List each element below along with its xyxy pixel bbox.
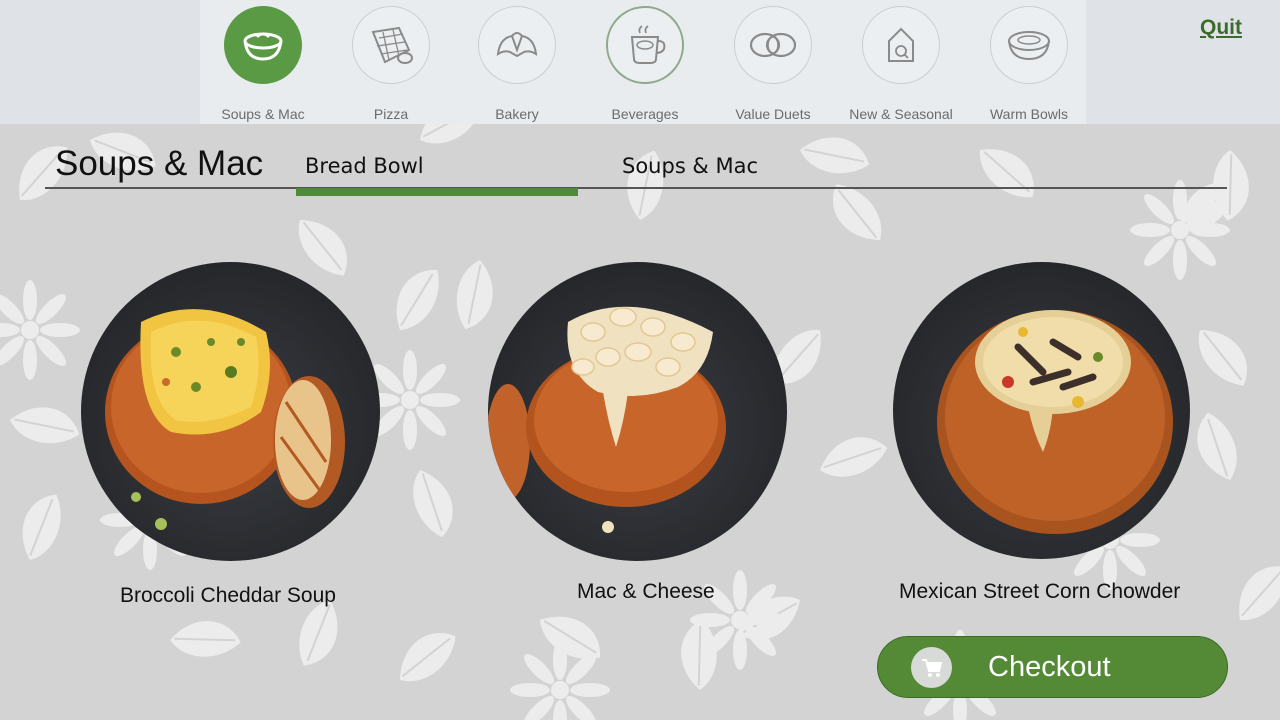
category-label: Pizza bbox=[373, 106, 409, 122]
category-bakery[interactable]: Bakery bbox=[457, 4, 577, 122]
product-name: Mac & Cheese bbox=[577, 580, 715, 603]
category-warm-bowls[interactable]: Warm Bowls bbox=[969, 4, 1089, 122]
category-label: Warm Bowls bbox=[989, 106, 1069, 122]
checkout-label: Checkout bbox=[988, 651, 1111, 683]
duet-rings-icon bbox=[734, 6, 812, 84]
category-strip: Soups & Mac Pizza Bakery Beverages Value… bbox=[200, 0, 1086, 124]
cart-icon bbox=[911, 647, 952, 688]
product-card-broccoli-cheddar[interactable]: Broccoli Cheddar Soup bbox=[80, 262, 380, 612]
category-soups-mac[interactable]: Soups & Mac bbox=[203, 4, 323, 122]
category-new-seasonal[interactable]: New & Seasonal bbox=[841, 4, 961, 122]
checkout-button[interactable]: Checkout bbox=[877, 636, 1228, 698]
product-image-corn-chowder bbox=[893, 262, 1190, 559]
category-bar: Soups & Mac Pizza Bakery Beverages Value… bbox=[0, 0, 1280, 124]
product-card-mac-cheese[interactable]: Mac & Cheese bbox=[488, 262, 788, 612]
product-name: Mexican Street Corn Chowder bbox=[899, 580, 1181, 603]
category-pizza[interactable]: Pizza bbox=[331, 4, 451, 122]
page-title: Soups & Mac bbox=[55, 144, 264, 183]
category-label: New & Seasonal bbox=[849, 106, 953, 122]
product-card-corn-chowder[interactable]: Mexican Street Corn Chowder bbox=[893, 262, 1203, 612]
tab-divider bbox=[45, 187, 1227, 189]
warm-bowl-icon bbox=[990, 6, 1068, 84]
coffee-cup-icon bbox=[606, 6, 684, 84]
pizza-icon bbox=[352, 6, 430, 84]
category-label: Beverages bbox=[611, 106, 679, 122]
category-label: Soups & Mac bbox=[221, 106, 305, 122]
active-tab-indicator bbox=[296, 188, 578, 196]
product-image-broccoli-cheddar bbox=[81, 262, 380, 561]
soup-bowl-icon bbox=[224, 6, 302, 84]
tab-bread-bowl[interactable]: Bread Bowl bbox=[305, 154, 424, 178]
quit-link[interactable]: Quit bbox=[1200, 16, 1242, 40]
category-label: Value Duets bbox=[735, 106, 811, 122]
croissant-icon bbox=[478, 6, 556, 84]
category-value-duets[interactable]: Value Duets bbox=[713, 4, 833, 122]
tab-soups-mac[interactable]: Soups & Mac bbox=[622, 154, 758, 178]
category-label: Bakery bbox=[495, 106, 539, 122]
product-image-mac-cheese bbox=[488, 262, 787, 561]
product-name: Broccoli Cheddar Soup bbox=[120, 584, 336, 607]
category-beverages[interactable]: Beverages bbox=[585, 4, 705, 122]
seasonal-house-icon bbox=[862, 6, 940, 84]
